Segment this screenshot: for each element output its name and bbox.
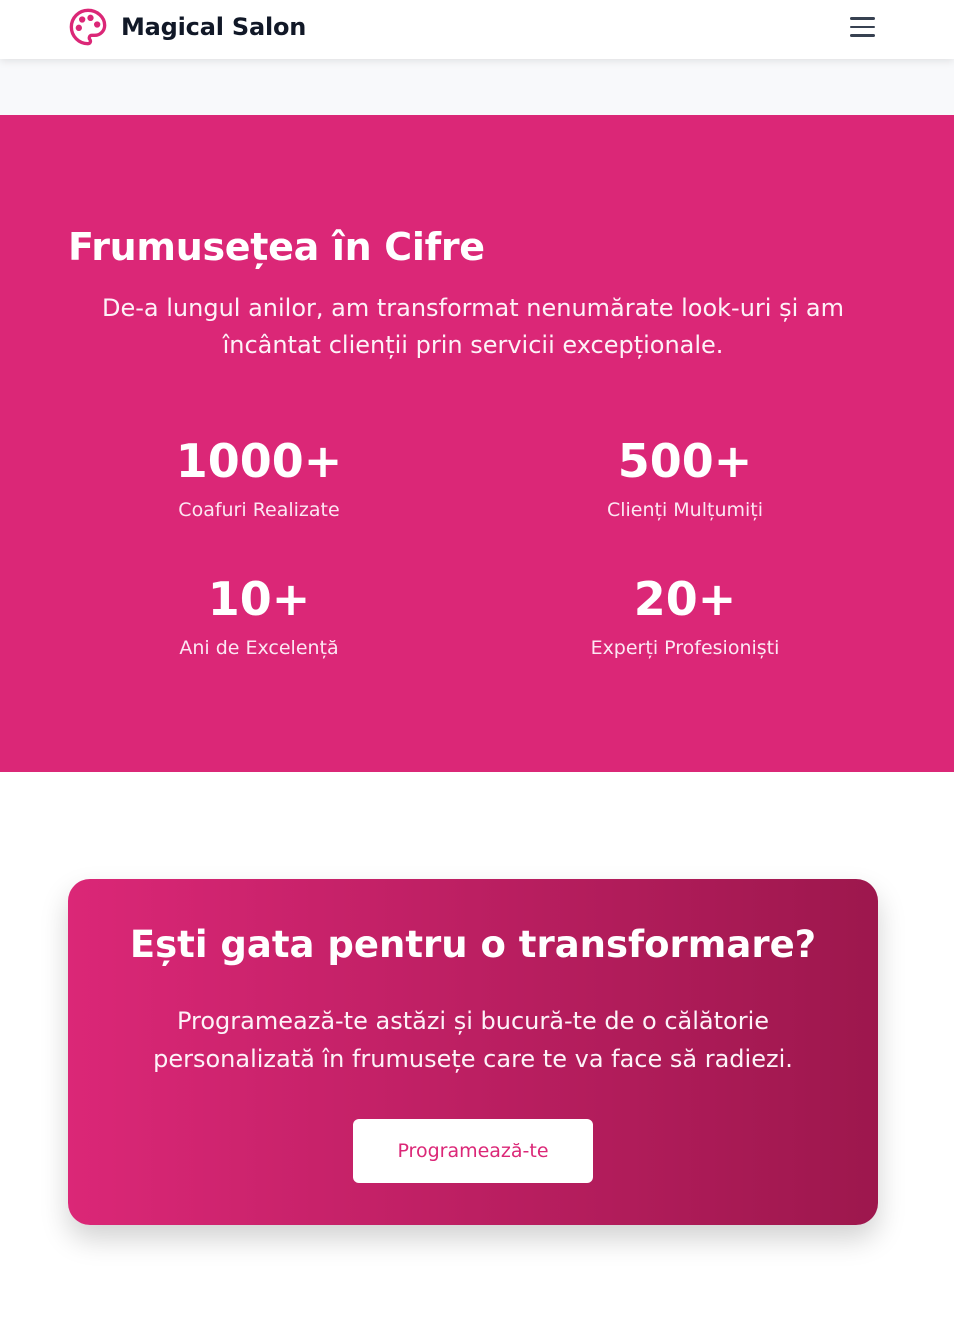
stat-label: Ani de Excelență [179,637,339,659]
stats-title: Frumusețea în Cifre [68,225,485,269]
cta-description: Programează-te astăzi și bucură-te de o … [153,1007,793,1073]
cta-title: Ești gata pentru o transformare? [129,923,817,966]
stats-section: Frumusețea în Cifre De-a lungul anilor, … [0,115,954,772]
stat-number: 500+ [617,434,753,488]
section-spacer [0,59,954,115]
stat-item: 10+ Ani de Excelență [109,571,409,659]
cta-card: Ești gata pentru o transformare? Program… [68,879,878,1225]
brand-logo[interactable]: Magical Salon [68,7,306,47]
hamburger-menu-icon[interactable] [850,14,876,40]
stat-label: Experți Profesioniști [590,637,780,659]
stat-number: 1000+ [175,434,343,488]
site-header: Magical Salon [0,0,954,59]
menu-line [850,25,875,29]
stat-item: 20+ Experți Profesioniști [535,571,835,659]
brand-name: Magical Salon [121,13,307,41]
stat-number: 20+ [633,572,737,626]
stat-number: 10+ [207,572,311,626]
menu-line [850,34,875,37]
stats-description: De-a lungul anilor, am transformat nenum… [102,294,844,359]
book-appointment-button[interactable]: Programează-te [353,1119,593,1183]
stat-item: 500+ Clienți Mulțumiți [535,433,835,521]
palette-icon [68,7,108,47]
stat-label: Clienți Mulțumiți [606,499,764,521]
menu-line [850,17,875,20]
stat-item: 1000+ Coafuri Realizate [109,433,409,521]
stat-label: Coafuri Realizate [178,499,340,521]
